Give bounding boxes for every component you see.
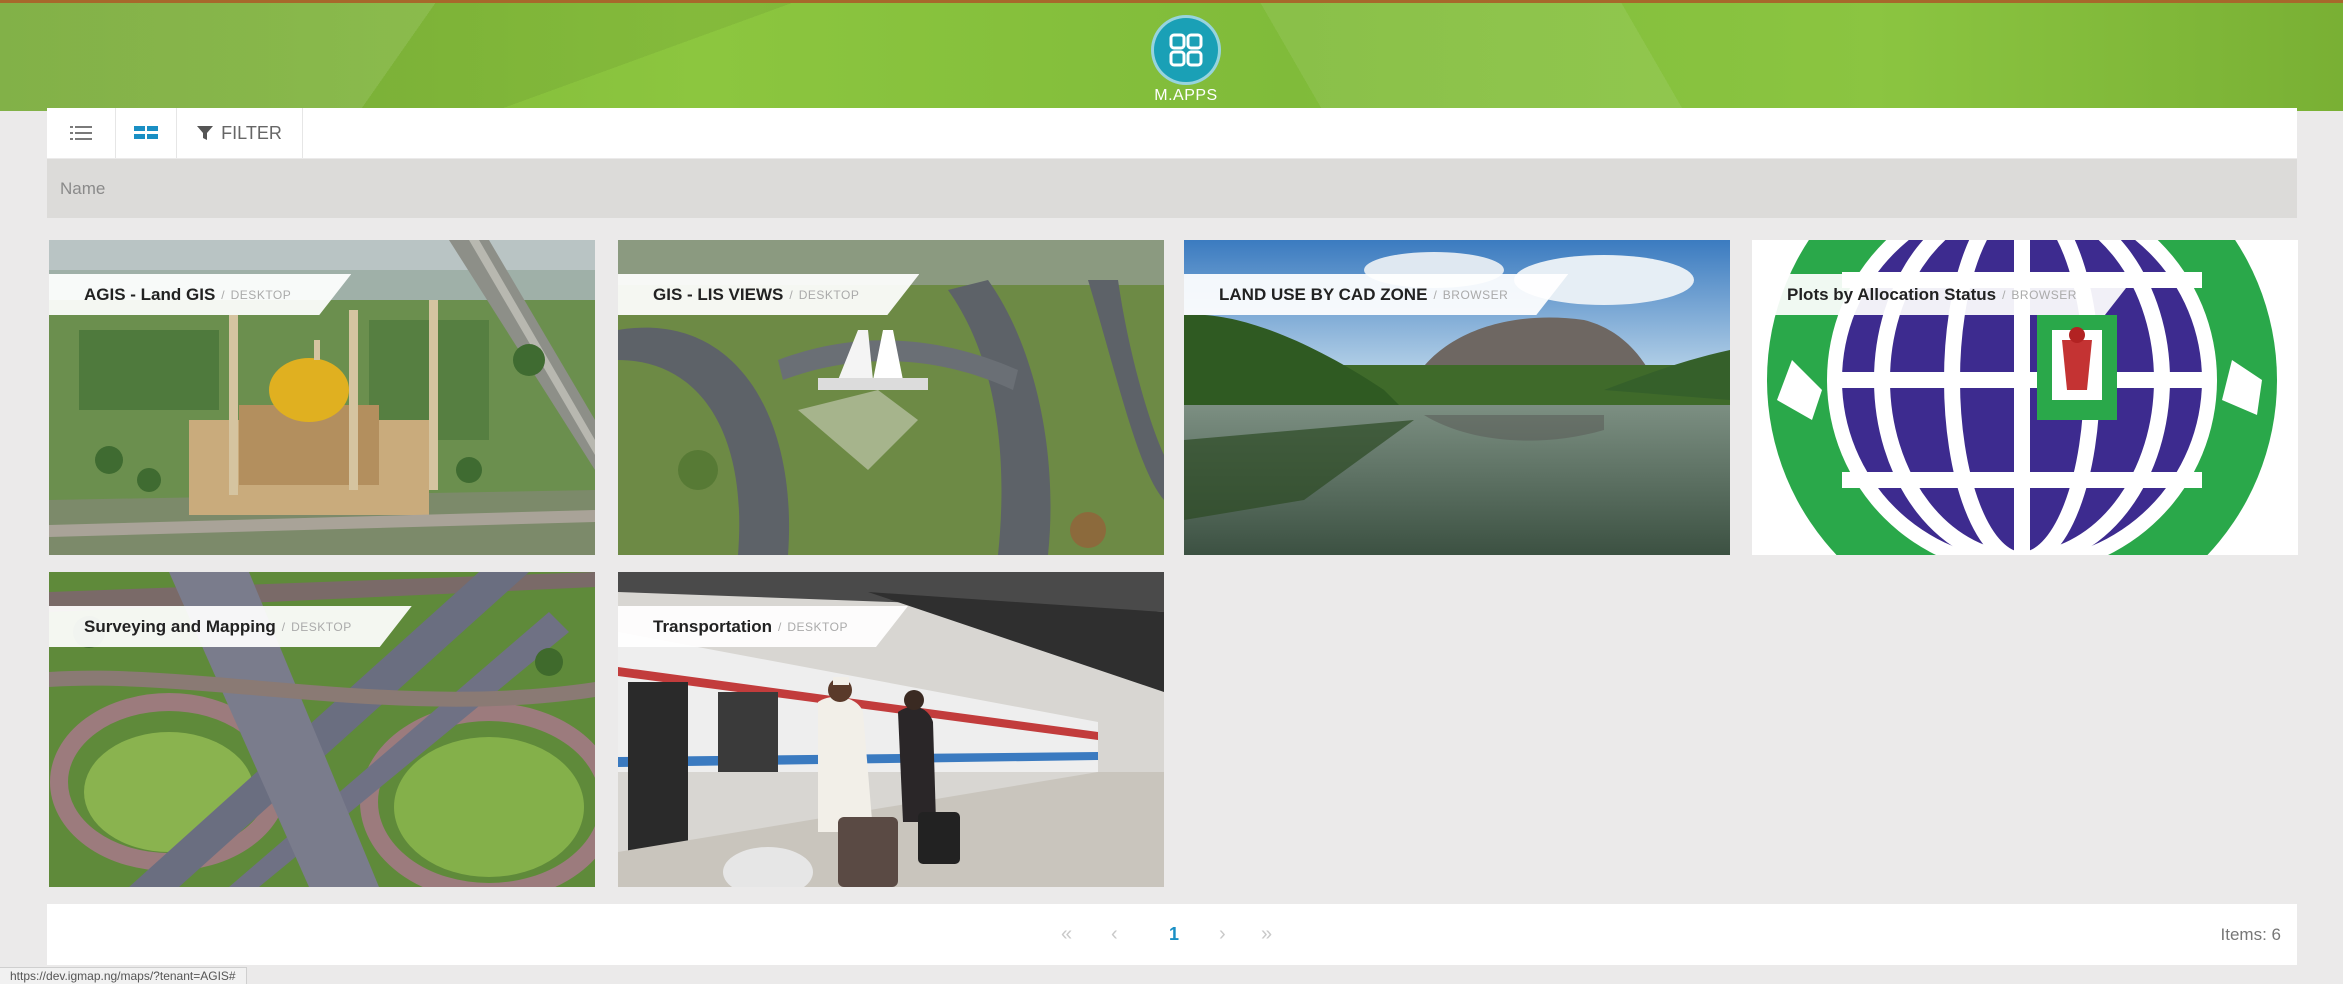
- tile-title: LAND USE BY CAD ZONE: [1219, 284, 1428, 304]
- tile-label: LAND USE BY CAD ZONE / BROWSER: [1184, 274, 1568, 315]
- app-tile-surveying-and-mapping[interactable]: Surveying and Mapping / DESKTOP: [49, 572, 595, 887]
- last-page-button[interactable]: »: [1261, 904, 1272, 965]
- tile-separator: /: [789, 287, 793, 302]
- app-tile-gis-lis-views[interactable]: GIS - LIS VIEWS / DESKTOP: [618, 240, 1164, 555]
- tile-label: GIS - LIS VIEWS / DESKTOP: [618, 274, 919, 315]
- filter-button[interactable]: FILTER: [177, 108, 303, 158]
- tile-label: AGIS - Land GIS / DESKTOP: [49, 274, 351, 315]
- list-view-icon: [70, 126, 92, 140]
- app-tile-agis-land-gis[interactable]: AGIS - Land GIS / DESKTOP: [49, 240, 595, 555]
- tile-type: DESKTOP: [787, 619, 848, 634]
- tile-separator: /: [221, 287, 225, 302]
- view-toolbar: FILTER: [47, 108, 2297, 158]
- grid-view-icon: [134, 126, 158, 139]
- apps-grid-icon[interactable]: [1151, 15, 1221, 85]
- tile-type: DESKTOP: [230, 287, 292, 302]
- tile-title: Transportation: [653, 616, 773, 636]
- app-tile-transportation[interactable]: Transportation / DESKTOP: [618, 572, 1164, 887]
- app-label: M.APPS: [1154, 87, 1218, 104]
- tile-separator: /: [778, 619, 782, 634]
- app-tile-land-use-by-cad-zone[interactable]: LAND USE BY CAD ZONE / BROWSER: [1184, 240, 1730, 555]
- previous-page-button[interactable]: ‹: [1111, 904, 1118, 965]
- filter-icon: [197, 126, 214, 140]
- tile-label: Transportation / DESKTOP: [618, 606, 908, 647]
- top-header-bar: M.APPS: [0, 0, 2343, 111]
- tile-type: BROWSER: [2011, 287, 2077, 302]
- tile-type: DESKTOP: [798, 287, 860, 302]
- first-page-button[interactable]: «: [1061, 904, 1072, 965]
- tile-title: Plots by Allocation Status: [1787, 284, 1997, 304]
- tile-type: DESKTOP: [291, 619, 352, 634]
- tile-separator: /: [1433, 287, 1437, 302]
- tile-title: AGIS - Land GIS: [84, 284, 216, 304]
- items-count: Items: 6: [2220, 924, 2281, 944]
- tile-separator: /: [281, 619, 286, 634]
- tile-type: BROWSER: [1442, 287, 1509, 302]
- status-bar-url: https://dev.igmap.ng/maps/?tenant=AGIS#: [0, 967, 247, 984]
- app-tile-plots-by-allocation-status[interactable]: Plots by Allocation Status / BROWSER: [1752, 240, 2298, 555]
- next-page-button[interactable]: ›: [1219, 904, 1226, 965]
- tile-separator: /: [2002, 287, 2006, 302]
- tile-label: Surveying and Mapping / DESKTOP: [49, 606, 412, 647]
- tile-title: Surveying and Mapping: [84, 616, 276, 636]
- filter-label: FILTER: [221, 122, 282, 143]
- tile-label: Plots by Allocation Status / BROWSER: [1752, 274, 2137, 315]
- pagination-bar: « ‹ 1 › » Items: 6: [47, 904, 2297, 965]
- current-page-number[interactable]: 1: [1169, 904, 1179, 965]
- list-view-button[interactable]: [47, 108, 116, 158]
- grid-view-button[interactable]: [116, 108, 177, 158]
- tile-title: GIS - LIS VIEWS: [653, 284, 784, 304]
- name-search-input[interactable]: [47, 159, 2297, 218]
